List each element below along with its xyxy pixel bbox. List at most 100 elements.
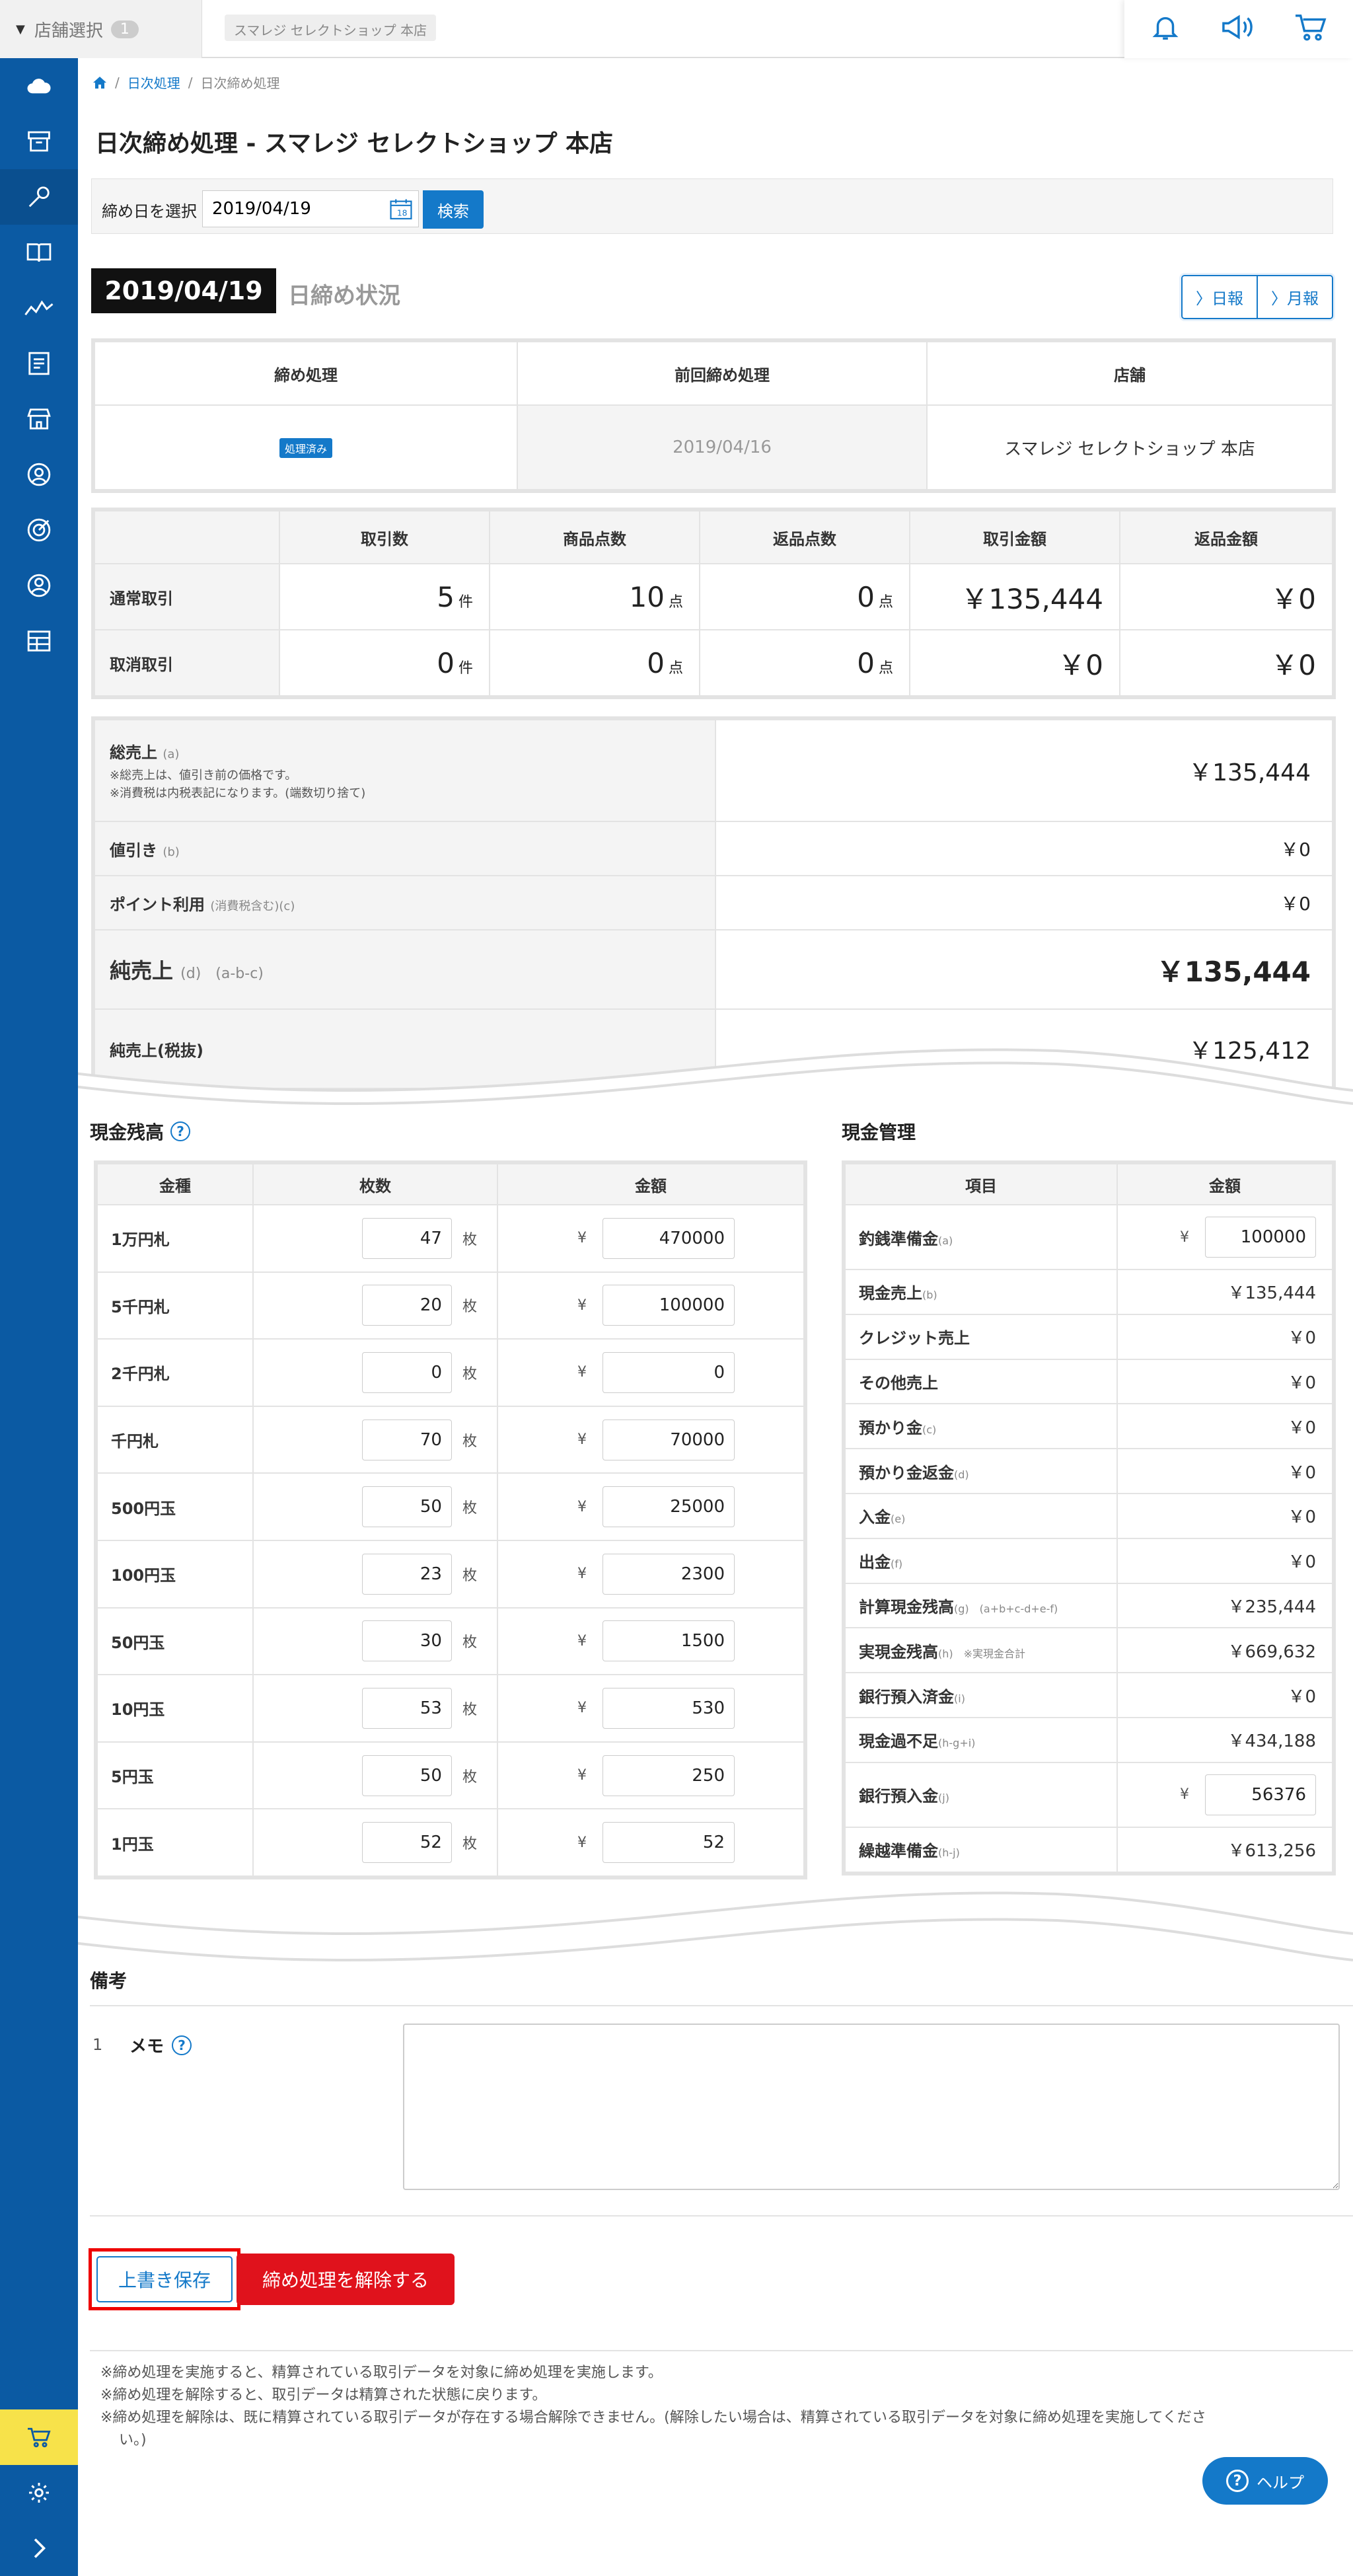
svg-text:18: 18	[397, 208, 408, 217]
current-store-name: スマレジ セレクトショップ 本店	[225, 15, 437, 41]
sidebar-item-staff[interactable]	[0, 558, 78, 613]
amount-input[interactable]	[603, 1351, 735, 1393]
archive-box-icon	[28, 131, 50, 152]
count-input[interactable]	[361, 1755, 452, 1796]
amount-input[interactable]	[603, 1755, 735, 1796]
table-row: 通常取引 5件 10 点 0点 ￥135,444 ￥0	[94, 563, 1333, 630]
sidebar-item-grid[interactable]	[0, 613, 78, 669]
megaphone-icon[interactable]	[1219, 12, 1256, 47]
previous-close-header: 前回締め処理	[517, 341, 928, 406]
amount-input[interactable]	[603, 1687, 735, 1729]
point-value: ￥0	[715, 875, 1333, 930]
top-icons	[1124, 0, 1353, 58]
staff-icon	[27, 574, 51, 597]
gross-sales-label: 総売上	[110, 743, 157, 762]
count-input[interactable]	[361, 1620, 452, 1662]
amount-input[interactable]	[603, 1553, 735, 1595]
th-return-amount: 返品金額	[1119, 510, 1333, 564]
help-button[interactable]: ? ヘルプ	[1202, 2457, 1328, 2505]
sidebar-item-tools[interactable]	[0, 169, 78, 225]
date-filter-label: 締め日を選択	[102, 202, 197, 221]
count-input[interactable]	[361, 1687, 452, 1729]
date-input[interactable]	[202, 190, 419, 227]
chevron-right-icon	[34, 2538, 46, 2558]
top-bar: ▼ 店舗選択 1 スマレジ セレクトショップ 本店	[0, 0, 1353, 58]
store-select[interactable]: ▼ 店舗選択 1	[0, 0, 202, 58]
sidebar-item-target[interactable]	[0, 502, 78, 558]
search-button[interactable]: 検索	[423, 190, 484, 229]
transactions-table: 取引数 商品点数 返品点数 取引金額 返品金額 通常取引 5件 10 点 0点 ￥…	[91, 508, 1336, 699]
sidebar-item-archive[interactable]	[0, 114, 78, 169]
memo-textarea[interactable]	[403, 2024, 1340, 2190]
th-items: 商品点数	[489, 510, 700, 564]
breadcrumb-current: 日次締め処理	[200, 75, 280, 91]
breadcrumb-daily[interactable]: 日次処理	[128, 73, 180, 92]
count-input[interactable]	[361, 1419, 452, 1460]
calendar-icon[interactable]: 18	[388, 198, 414, 225]
cloud-icon	[27, 79, 51, 94]
store-header: 店舗	[926, 341, 1333, 406]
table-row: 値引き (b) ￥0	[94, 821, 1333, 876]
amount-input[interactable]	[603, 1285, 735, 1326]
th-returns: 返品点数	[699, 510, 910, 564]
sidebar-item-customer[interactable]	[0, 447, 78, 502]
previous-close-date: 2019/04/16	[517, 404, 928, 490]
target-icon	[27, 518, 51, 542]
caret-down-icon: ▼	[16, 22, 25, 36]
customer-icon	[27, 463, 51, 486]
discount-value: ￥0	[715, 821, 1333, 876]
section-break	[0, 1891, 1353, 1961]
change-fund-input[interactable]	[1205, 1217, 1316, 1258]
daily-report-button[interactable]: 〉日報	[1183, 276, 1257, 318]
bell-icon[interactable]	[1150, 12, 1181, 47]
sidebar-item-book[interactable]	[0, 225, 78, 280]
sidebar	[0, 58, 78, 2576]
bank-deposit-input[interactable]	[1205, 1774, 1316, 1815]
amount-input[interactable]	[603, 1419, 735, 1460]
sidebar-item-analytics[interactable]	[0, 280, 78, 336]
gross-sales-value: ￥135,444	[715, 719, 1333, 822]
count-input[interactable]	[361, 1285, 452, 1326]
count-input[interactable]	[361, 1351, 452, 1393]
store-count-badge: 1	[110, 20, 139, 38]
close-status-table: 締め処理 前回締め処理 店舗 処理済み 2019/04/16 スマレジ セレクト…	[91, 338, 1336, 493]
amount-input[interactable]	[603, 1620, 735, 1662]
sidebar-expand-button[interactable]	[0, 2520, 78, 2576]
net-sales-value: ￥135,444	[715, 929, 1333, 1010]
count-input[interactable]	[361, 1822, 452, 1864]
chart-line-icon	[24, 300, 54, 316]
home-icon[interactable]	[92, 76, 107, 89]
sidebar-item-report[interactable]	[0, 336, 78, 391]
cart-icon	[28, 2427, 51, 2448]
page-title: 日次締め処理 - スマレジ セレクトショップ 本店	[95, 130, 613, 157]
th-count: 取引数	[279, 510, 490, 564]
book-icon	[26, 243, 52, 262]
unclose-button[interactable]: 締め処理を解除する	[237, 2254, 455, 2305]
close-header: 締め処理	[94, 341, 518, 406]
cart-icon[interactable]	[1294, 12, 1327, 47]
sidebar-item-store[interactable]	[0, 391, 78, 447]
store-name: スマレジ セレクトショップ 本店	[926, 404, 1333, 490]
breadcrumb: / 日次処理 / 日次締め処理	[92, 73, 280, 92]
gear-icon	[29, 2483, 49, 2503]
sidebar-cart-button[interactable]	[0, 2409, 78, 2465]
amount-input[interactable]	[603, 1486, 735, 1528]
store-icon	[27, 408, 51, 430]
sidebar-bottom	[0, 2409, 78, 2576]
count-input[interactable]	[361, 1217, 452, 1259]
wrench-icon	[28, 186, 50, 208]
amount-input[interactable]	[603, 1217, 735, 1259]
sidebar-settings-button[interactable]	[0, 2465, 78, 2520]
sidebar-item-cloud[interactable]	[0, 58, 78, 114]
count-input[interactable]	[361, 1486, 452, 1528]
status-label: 日締め状況	[288, 283, 400, 309]
th-amount: 取引金額	[909, 510, 1120, 564]
save-button[interactable]: 上書き保存	[96, 2256, 233, 2302]
status-date: 2019/04/19	[91, 268, 276, 313]
count-input[interactable]	[361, 1553, 452, 1595]
amount-input[interactable]	[603, 1822, 735, 1864]
monthly-report-button[interactable]: 〉月報	[1257, 276, 1332, 318]
processed-badge: 処理済み	[279, 437, 332, 458]
table-row: 純売上 (d) (a-b-c) ￥135,444	[94, 929, 1333, 1010]
section-break	[0, 1048, 1353, 1117]
